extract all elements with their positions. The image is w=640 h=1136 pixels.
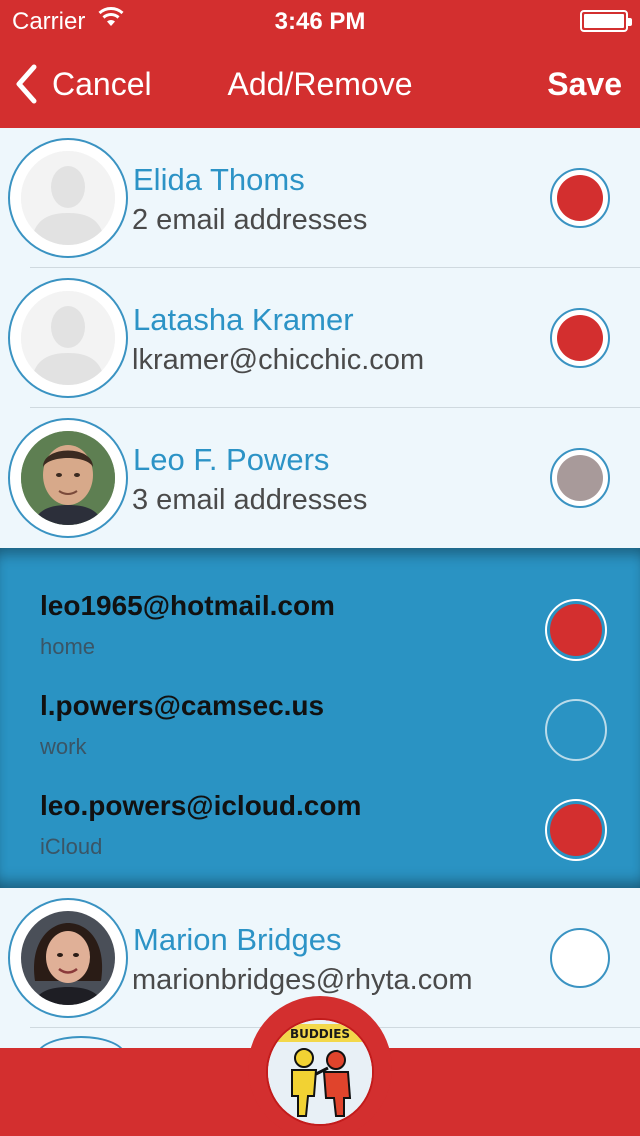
chevron-left-icon [16, 64, 37, 104]
contact-subtitle: 3 email addresses [132, 484, 368, 516]
email-selection-toggle[interactable] [545, 599, 607, 661]
avatar [8, 138, 128, 258]
contact-list: Elida Thoms 2 email addresses Latasha Kr… [0, 128, 640, 1028]
selection-toggle[interactable] [550, 448, 610, 508]
avatar [8, 898, 128, 1018]
svg-text:BUDDIES: BUDDIES [290, 1027, 350, 1041]
avatar [8, 418, 128, 538]
contact-subtitle: lkramer@chicchic.com [132, 344, 425, 376]
selection-toggle[interactable] [550, 928, 610, 988]
cancel-label: Cancel [52, 65, 152, 102]
email-address: leo.powers@icloud.com [40, 790, 362, 821]
contact-row[interactable]: Elida Thoms 2 email addresses [0, 128, 640, 268]
email-selection-toggle[interactable] [545, 699, 607, 761]
email-address: l.powers@camsec.us [40, 690, 325, 721]
best-buddies-logo-icon: BUDDIES [266, 1018, 374, 1126]
logo-button[interactable]: BUDDIES [248, 996, 392, 1136]
placeholder-person-icon [21, 291, 115, 385]
contact-subtitle: 2 email addresses [132, 204, 368, 236]
contact-row[interactable]: Latasha Kramer lkramer@chicchic.com [0, 268, 640, 408]
email-type-label: work [40, 734, 87, 759]
status-bar: Carrier 3:46 PM [0, 0, 640, 40]
app-header: Carrier 3:46 PM Cancel Add/Remove Save [0, 0, 640, 128]
email-type-label: home [40, 634, 96, 659]
email-expansion-panel: leo1965@hotmail.com home l.powers@camsec… [0, 548, 640, 888]
photo-icon [21, 431, 115, 525]
selection-toggle[interactable] [550, 168, 610, 228]
contact-name: Latasha Kramer [133, 302, 354, 337]
contact-name: Marion Bridges [133, 922, 342, 957]
cancel-button[interactable]: Cancel [14, 64, 152, 104]
photo-icon [21, 911, 115, 1005]
contact-name: Leo F. Powers [133, 442, 330, 477]
contact-row[interactable]: Leo F. Powers 3 email addresses [0, 408, 640, 548]
save-button[interactable]: Save [547, 66, 622, 103]
contact-name: Elida Thoms [133, 162, 305, 197]
avatar [8, 278, 128, 398]
contact-subtitle: marionbridges@rhyta.com [132, 964, 473, 996]
placeholder-person-icon [21, 151, 115, 245]
email-address: leo1965@hotmail.com [40, 590, 335, 621]
battery-icon [580, 10, 632, 32]
navigation-bar: Cancel Add/Remove Save [0, 40, 640, 128]
selection-toggle[interactable] [550, 308, 610, 368]
clock: 3:46 PM [274, 8, 366, 35]
email-selection-toggle[interactable] [545, 799, 607, 861]
email-type-label: iCloud [40, 834, 103, 859]
